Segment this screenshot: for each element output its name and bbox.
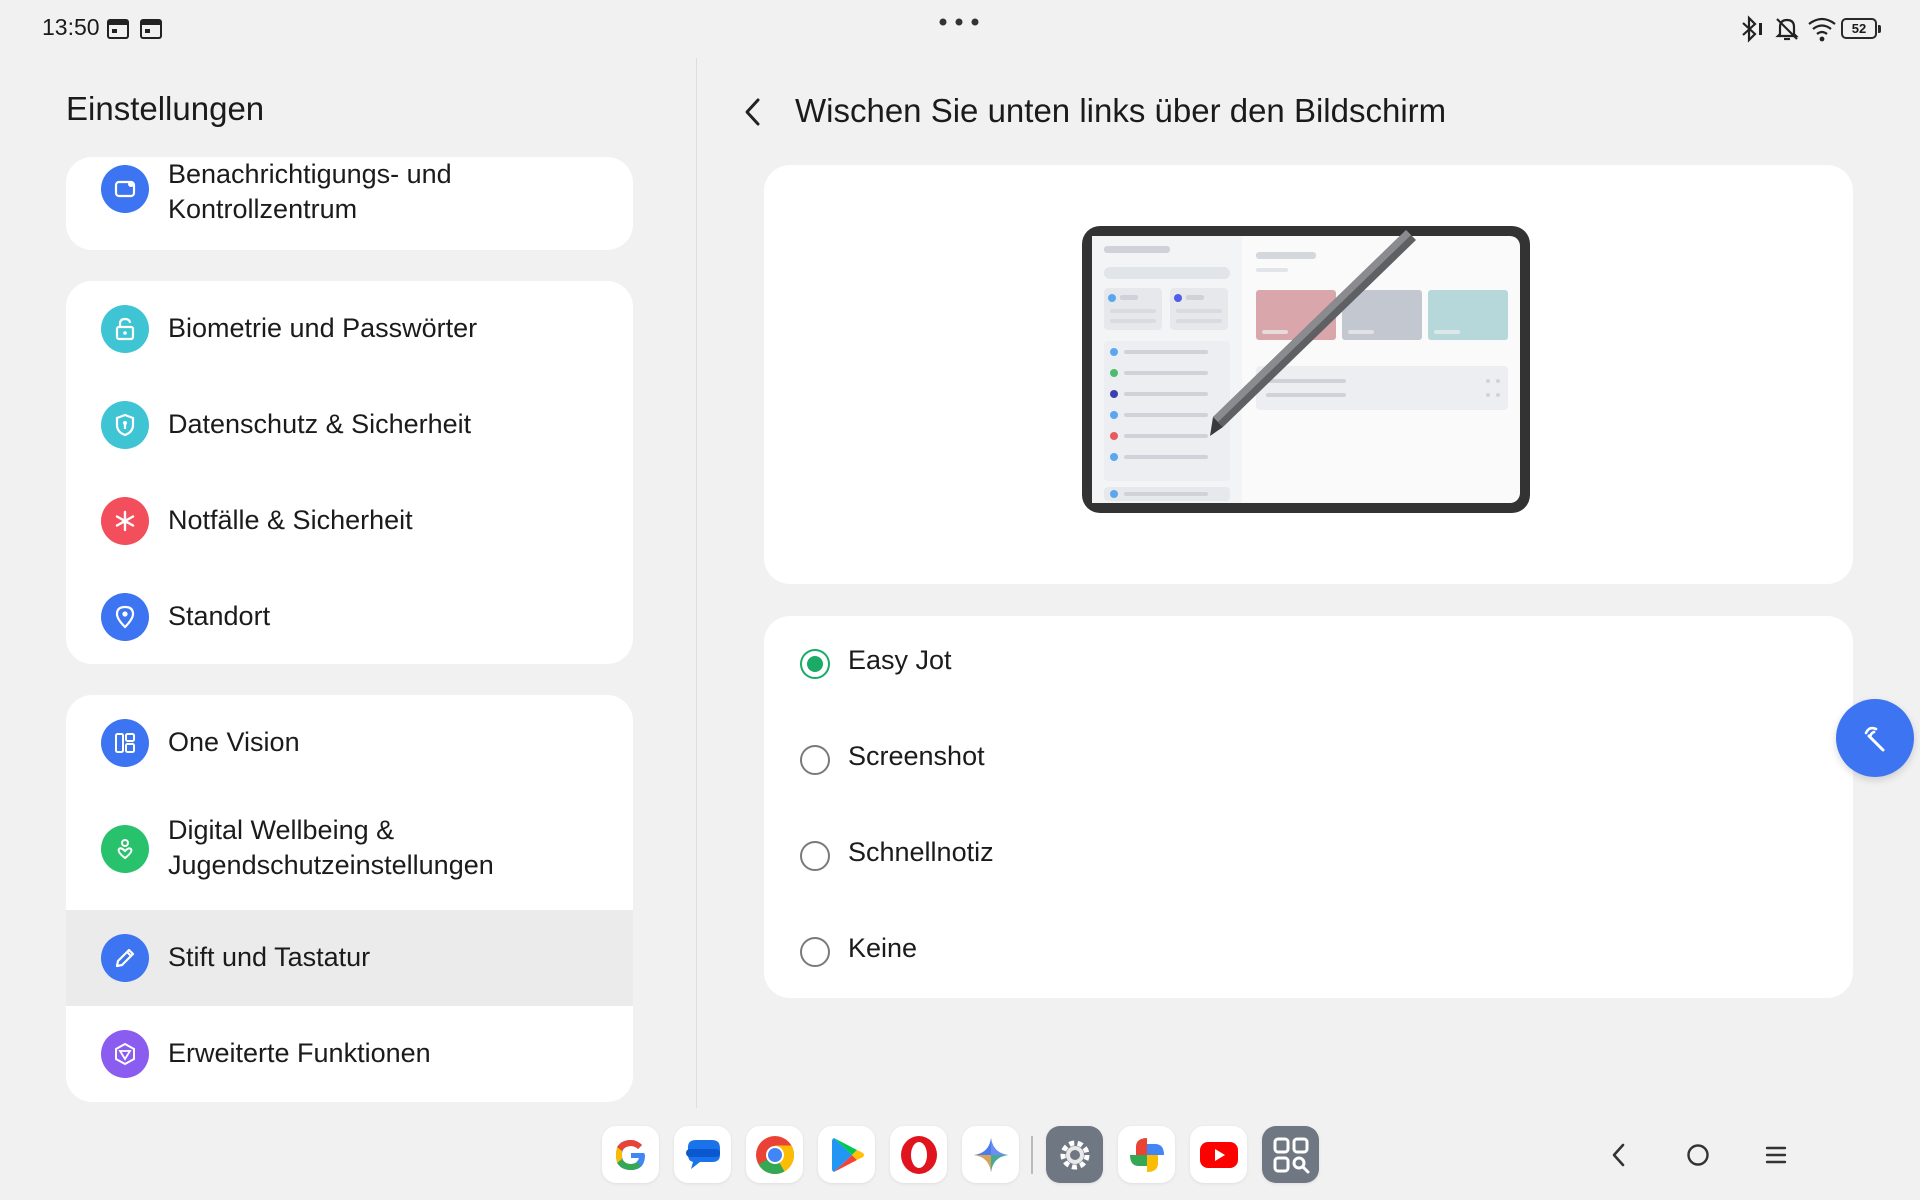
sidebar-item-label: One Vision <box>168 727 300 757</box>
dock-app-photos[interactable] <box>1118 1126 1175 1183</box>
sidebar-item-privacy[interactable]: Datenschutz & Sicherheit <box>66 377 633 473</box>
sidebar-item-location[interactable]: Standort <box>66 569 633 664</box>
location-icon <box>101 593 149 641</box>
nav-back-button[interactable] <box>1599 1137 1639 1173</box>
dock-separator <box>1031 1136 1033 1174</box>
option-screenshot[interactable]: Screenshot <box>764 712 1853 808</box>
stylus-shortcut-icon <box>1864 726 1885 752</box>
radio-button[interactable] <box>800 841 830 871</box>
cube-icon <box>101 1030 149 1078</box>
detail-title: Wischen Sie unten links über den Bildsch… <box>795 92 1447 129</box>
sidebar-item-label: Erweiterte Funktionen <box>168 1038 431 1068</box>
sidebar-item-label: Standort <box>168 601 271 631</box>
nav-recents-button[interactable] <box>1756 1137 1796 1173</box>
battery-icon: 52 <box>1841 18 1881 39</box>
sidebar-item-label: Benachrichtigungs- und Kontrollzentrum <box>168 159 452 224</box>
sidebar-item-label: Datenschutz & Sicherheit <box>168 409 472 439</box>
scanner-icon <box>1273 1137 1309 1173</box>
settings-group-3: One Vision Digital Wellbeing & Jugendsch… <box>66 695 633 1102</box>
pane-divider <box>696 58 697 1108</box>
asterisk-icon <box>101 497 149 545</box>
opera-icon <box>900 1135 937 1174</box>
dock-app-opera[interactable] <box>890 1126 947 1183</box>
sidebar-item-biometrics[interactable]: Biometrie und Passwörter <box>66 281 633 377</box>
sidebar-item-label: Digital Wellbeing & Jugendschutzeinstell… <box>168 815 494 880</box>
grid-icon <box>101 719 149 767</box>
gemini-icon <box>973 1137 1008 1172</box>
radio-button-checked[interactable] <box>800 649 830 679</box>
calendar-icon <box>140 19 162 39</box>
option-label: Screenshot <box>848 741 985 771</box>
swipe-action-options: Easy Jot Screenshot Schnellnotiz Keine <box>764 616 1853 998</box>
dock-app-messages[interactable] <box>674 1126 731 1183</box>
sidebar-item-label: Biometrie und Passwörter <box>168 313 478 343</box>
more-dots-icon[interactable] <box>935 16 985 28</box>
illustration-card <box>764 165 1853 584</box>
calendar-icon <box>107 19 129 39</box>
sidebar-item-pen-keyboard[interactable]: Stift und Tastatur <box>66 910 633 1006</box>
sidebar-item-label: Stift und Tastatur <box>168 942 371 972</box>
youtube-icon <box>1199 1141 1238 1168</box>
settings-group-2: Biometrie und Passwörter Datenschutz & S… <box>66 281 633 664</box>
dock-app-scanner[interactable] <box>1262 1126 1319 1183</box>
sidebar-item-emergency[interactable]: Notfälle & Sicherheit <box>66 473 633 569</box>
dock-app-play-store[interactable] <box>818 1126 875 1183</box>
dock-app-chrome[interactable] <box>746 1126 803 1183</box>
sidebar-item-digital-wellbeing[interactable]: Digital Wellbeing & Jugendschutzeinstell… <box>66 791 633 906</box>
dock-app-youtube[interactable] <box>1190 1126 1247 1183</box>
settings-group-1: Benachrichtigungs- und Kontrollzentrum <box>66 157 633 250</box>
tablet-pen-illustration <box>1082 226 1530 513</box>
sidebar-item-one-vision[interactable]: One Vision <box>66 695 633 791</box>
option-quick-note[interactable]: Schnellnotiz <box>764 808 1853 904</box>
option-label: Easy Jot <box>848 645 952 675</box>
option-none[interactable]: Keine <box>764 904 1853 1000</box>
bluetooth-icon <box>1742 15 1762 43</box>
option-label: Schnellnotiz <box>848 837 994 867</box>
nav-home-icon <box>1687 1144 1709 1166</box>
status-bar: 13:50 52 <box>0 0 1920 58</box>
nav-back-icon <box>1612 1143 1625 1167</box>
radio-button[interactable] <box>800 745 830 775</box>
back-arrow-icon[interactable] <box>738 92 768 132</box>
option-label: Keine <box>848 933 918 963</box>
dock-app-settings[interactable] <box>1046 1126 1103 1183</box>
photos-icon <box>1129 1137 1164 1172</box>
messages-icon <box>685 1139 720 1169</box>
chrome-icon <box>755 1135 794 1174</box>
wellbeing-icon <box>101 825 149 873</box>
wifi-icon <box>1808 17 1836 42</box>
page-title: Einstellungen <box>66 90 265 127</box>
dock-app-google[interactable] <box>602 1126 659 1183</box>
pen-icon <box>101 934 149 982</box>
sidebar-item-advanced-features[interactable]: Erweiterte Funktionen <box>66 1006 633 1102</box>
sidebar-item-notifications[interactable]: Benachrichtigungs- und Kontrollzentrum <box>66 157 633 250</box>
lock-icon <box>101 305 149 353</box>
option-easy-jot[interactable]: Easy Jot <box>764 616 1853 712</box>
notification-icon <box>101 165 149 213</box>
shield-icon <box>101 401 149 449</box>
nav-home-button[interactable] <box>1678 1137 1718 1173</box>
google-icon <box>615 1139 645 1170</box>
bell-muted-icon <box>1775 18 1799 41</box>
radio-button[interactable] <box>800 937 830 967</box>
sidebar-item-label: Notfälle & Sicherheit <box>168 505 413 535</box>
dock-app-gemini[interactable] <box>962 1126 1019 1183</box>
status-time: 13:50 <box>42 14 100 40</box>
nav-menu-icon <box>1765 1146 1787 1164</box>
play-store-icon <box>831 1137 864 1172</box>
settings-icon <box>1060 1140 1089 1169</box>
floating-pen-button[interactable] <box>1836 699 1914 777</box>
